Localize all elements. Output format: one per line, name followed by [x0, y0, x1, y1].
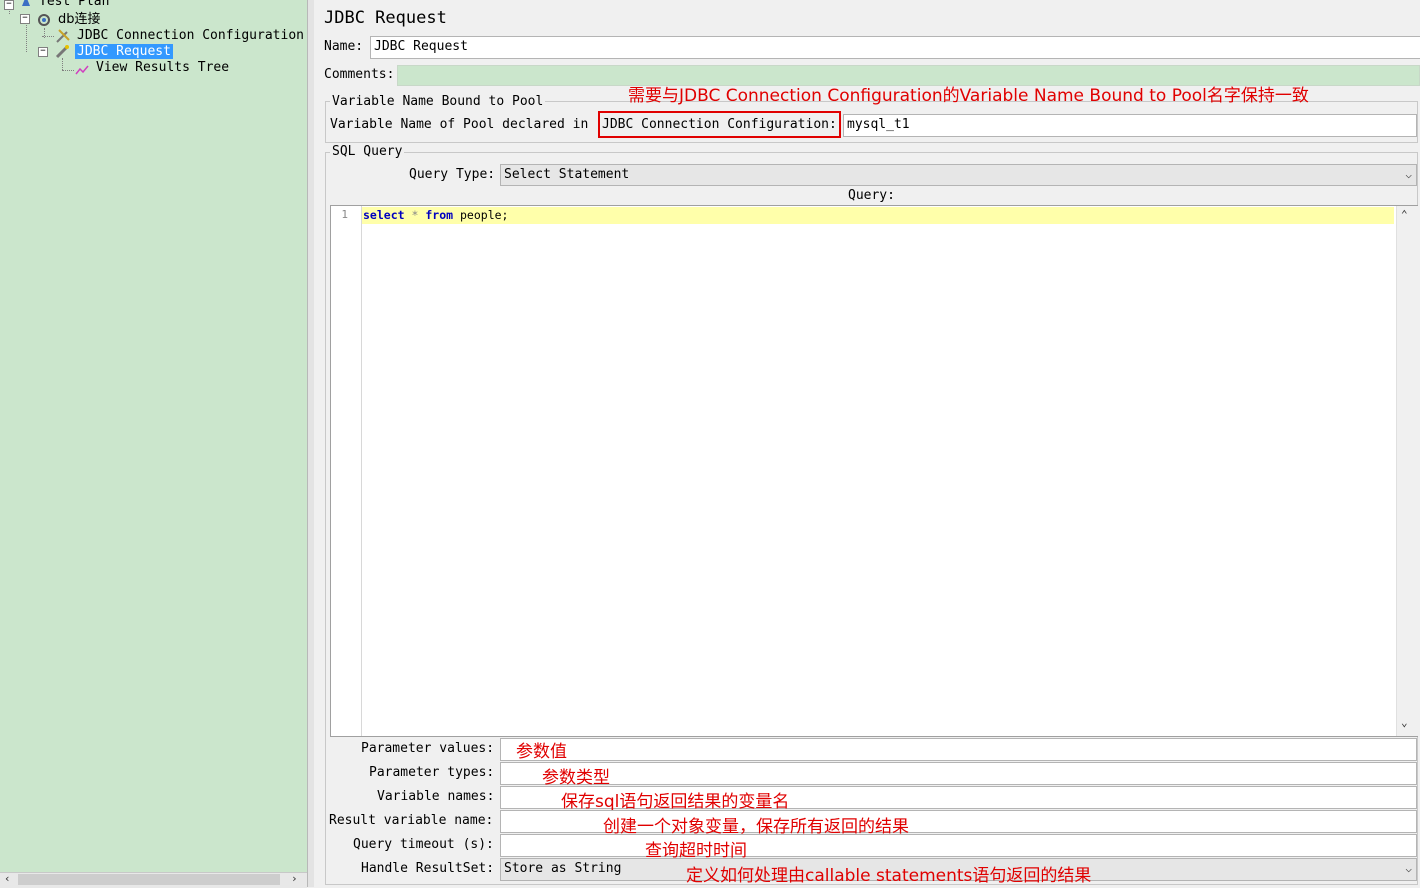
- annotation-handle-resultset: 定义如何处理由callable statements语句返回的结果: [686, 866, 1092, 886]
- annotation-highlight-box: [598, 111, 841, 138]
- tree-item-jdbc-request[interactable]: JDBC Request: [75, 44, 173, 60]
- tree-item-view-results[interactable]: View Results Tree: [94, 60, 231, 76]
- page-title: JDBC Request: [324, 8, 447, 28]
- query-type-value: Select Statement: [504, 167, 630, 182]
- name-input[interactable]: JDBC Request: [370, 36, 1420, 59]
- scroll-up-icon[interactable]: ⌃: [1401, 208, 1408, 221]
- parameter-types-label: Parameter types:: [369, 765, 495, 780]
- pool-label: Variable Name of Pool declared in: [330, 117, 589, 132]
- annotation-param-types: 参数类型: [542, 768, 610, 788]
- chevron-down-icon: ⌵: [1405, 168, 1412, 181]
- comments-label: Comments:: [324, 67, 395, 82]
- tree-item-test-plan[interactable]: Test Plan: [37, 0, 111, 10]
- tree-line: [44, 28, 45, 38]
- query-type-select[interactable]: Select Statement ⌵: [500, 164, 1417, 186]
- name-label: Name:: [324, 39, 364, 54]
- parameter-values-label: Parameter values:: [361, 741, 495, 756]
- scroll-right-icon[interactable]: ›: [291, 872, 298, 885]
- variable-names-label: Variable names:: [377, 789, 495, 804]
- pool-variable-input[interactable]: mysql_t1: [843, 114, 1417, 137]
- collapse-toggle[interactable]: −: [38, 47, 48, 57]
- scrollbar-thumb[interactable]: [18, 874, 280, 885]
- tree-line: [62, 70, 74, 71]
- scroll-down-icon[interactable]: ⌄: [1401, 716, 1408, 729]
- scroll-left-icon[interactable]: ‹: [4, 872, 11, 885]
- query-label: Query:: [848, 188, 895, 203]
- tree-item-jdbc-connection[interactable]: JDBC Connection Configuration: [75, 28, 306, 44]
- gear-icon: [38, 14, 50, 26]
- editor-vertical-scrollbar[interactable]: [1396, 206, 1418, 736]
- query-timeout-input[interactable]: [500, 834, 1417, 857]
- sql-query-legend: SQL Query: [330, 144, 405, 159]
- wrench-icon: [56, 29, 70, 43]
- handle-resultset-label: Handle ResultSet:: [361, 861, 495, 876]
- sql-editor[interactable]: [330, 205, 1418, 737]
- table-name: people;: [460, 208, 509, 222]
- sql-code-line[interactable]: select * from people;: [363, 208, 508, 222]
- annotation-pool: 需要与JDBC Connection Configuration的Variabl…: [628, 86, 1309, 106]
- test-plan-tree[interactable]: − Test Plan − db连接 JDBC Connection Confi…: [0, 0, 307, 887]
- collapse-toggle[interactable]: −: [20, 14, 30, 24]
- pool-legend: Variable Name Bound to Pool: [330, 94, 546, 109]
- test-plan-icon: [22, 0, 30, 6]
- keyword-select: select: [363, 208, 405, 222]
- chart-line-icon: [75, 65, 89, 75]
- annotation-param-values: 参数值: [516, 742, 567, 762]
- query-timeout-label: Query timeout (s):: [353, 837, 494, 852]
- keyword-from: from: [425, 208, 454, 222]
- line-number-gutter: [331, 206, 362, 736]
- tree-line: [26, 22, 27, 52]
- result-variable-name-label: Result variable name:: [329, 813, 494, 828]
- handle-resultset-value: Store as String: [504, 861, 622, 876]
- operator-star: *: [411, 208, 419, 222]
- line-number: 1: [341, 208, 348, 221]
- query-type-label: Query Type:: [409, 167, 496, 182]
- sampler-pen-icon: [55, 45, 69, 59]
- tree-item-thread-group[interactable]: db连接: [56, 12, 103, 28]
- collapse-toggle[interactable]: −: [4, 0, 14, 10]
- chevron-down-icon: ⌵: [1405, 862, 1412, 875]
- annotation-variable-names: 保存sql语句返回结果的变量名: [561, 792, 790, 812]
- parameter-values-input[interactable]: [500, 738, 1417, 761]
- parameter-types-input[interactable]: [500, 762, 1417, 785]
- current-line-highlight: [362, 207, 1394, 224]
